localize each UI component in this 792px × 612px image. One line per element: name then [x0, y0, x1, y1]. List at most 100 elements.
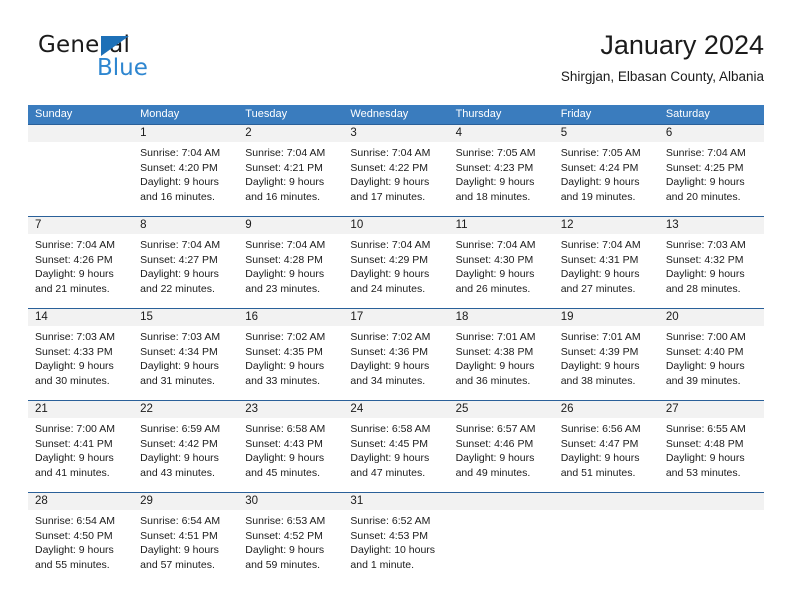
day-cell[interactable]: 12 Sunrise: 7:04 AM Sunset: 4:31 PM Dayl… [554, 217, 659, 308]
sunrise-text: Sunrise: 7:04 AM [350, 147, 431, 159]
day-cell[interactable]: 4 Sunrise: 7:05 AM Sunset: 4:23 PM Dayli… [449, 125, 554, 216]
day-cell[interactable]: 13 Sunrise: 7:03 AM Sunset: 4:32 PM Dayl… [659, 217, 764, 308]
sunrise-text: Sunrise: 7:04 AM [35, 239, 115, 251]
daylight-text-line1: Daylight: 9 hours [35, 452, 114, 465]
day-details: Sunrise: 7:04 AM Sunset: 4:29 PM Dayligh… [350, 238, 441, 296]
sunset-text: Sunset: 4:51 PM [140, 529, 218, 542]
day-details: Sunrise: 7:02 AM Sunset: 4:35 PM Dayligh… [245, 330, 336, 388]
sunset-text: Sunset: 4:32 PM [665, 253, 744, 266]
day-details: Sunrise: 7:05 AM Sunset: 4:24 PM Dayligh… [561, 146, 652, 204]
day-cell[interactable]: 6 Sunrise: 7:04 AM Sunset: 4:25 PM Dayli… [659, 125, 764, 216]
day-cell[interactable]: 3 Sunrise: 7:04 AM Sunset: 4:22 PM Dayli… [343, 125, 448, 216]
day-cell[interactable]: 21 Sunrise: 7:00 AM Sunset: 4:41 PM Dayl… [28, 401, 133, 492]
day-details: Sunrise: 6:53 AM Sunset: 4:52 PM Dayligh… [245, 514, 336, 572]
day-cell[interactable]: 22 Sunrise: 6:59 AM Sunset: 4:42 PM Dayl… [133, 401, 238, 492]
daylight-text-line2: and 16 minutes. [140, 190, 215, 203]
day-cell[interactable]: 27 Sunrise: 6:55 AM Sunset: 4:48 PM Dayl… [659, 401, 764, 492]
day-details: Sunrise: 7:04 AM Sunset: 4:31 PM Dayligh… [561, 238, 652, 296]
day-number: 26 [560, 403, 574, 415]
day-cell[interactable]: 23 Sunrise: 6:58 AM Sunset: 4:43 PM Dayl… [238, 401, 343, 492]
day-cell[interactable]: 8 Sunrise: 7:04 AM Sunset: 4:27 PM Dayli… [133, 217, 238, 308]
daylight-text-line1: Daylight: 9 hours [455, 360, 535, 373]
sunrise-text: Sunrise: 7:02 AM [350, 331, 431, 343]
daylight-text-line1: Daylight: 10 hours [350, 544, 436, 557]
sunrise-text: Sunrise: 7:03 AM [35, 331, 115, 343]
day-cell[interactable]: 17 Sunrise: 7:02 AM Sunset: 4:36 PM Dayl… [343, 309, 448, 400]
sunset-text: Sunset: 4:53 PM [350, 529, 429, 542]
day-number: 2 [245, 127, 252, 139]
daylight-text-line1: Daylight: 9 hours [560, 176, 640, 189]
day-cell[interactable]: 14 Sunrise: 7:03 AM Sunset: 4:33 PM Dayl… [28, 309, 133, 400]
daylight-text-line1: Daylight: 9 hours [245, 176, 325, 189]
logo-word-blue: Blue [97, 55, 148, 81]
day-cell[interactable]: 2 Sunrise: 7:04 AM Sunset: 4:21 PM Dayli… [238, 125, 343, 216]
day-cell[interactable]: 25 Sunrise: 6:57 AM Sunset: 4:46 PM Dayl… [449, 401, 554, 492]
weekday-monday: Monday [140, 108, 180, 120]
day-cell[interactable]: 16 Sunrise: 7:02 AM Sunset: 4:35 PM Dayl… [238, 309, 343, 400]
daylight-text-line1: Daylight: 9 hours [140, 544, 219, 557]
daylight-text-line1: Daylight: 9 hours [665, 360, 745, 373]
day-details: Sunrise: 6:57 AM Sunset: 4:46 PM Dayligh… [456, 422, 547, 480]
sunset-text: Sunset: 4:30 PM [455, 253, 534, 266]
day-cell[interactable]: 24 Sunrise: 6:58 AM Sunset: 4:45 PM Dayl… [343, 401, 448, 492]
daylight-text-line2: and 24 minutes. [350, 282, 426, 295]
day-cell[interactable]: 11 Sunrise: 7:04 AM Sunset: 4:30 PM Dayl… [449, 217, 554, 308]
daylight-text-line2: and 47 minutes. [350, 466, 426, 479]
day-number: 20 [665, 311, 679, 323]
daylight-text-line1: Daylight: 9 hours [665, 268, 745, 281]
day-cell[interactable]: 20 Sunrise: 7:00 AM Sunset: 4:40 PM Dayl… [659, 309, 764, 400]
day-cell[interactable]: 10 Sunrise: 7:04 AM Sunset: 4:29 PM Dayl… [343, 217, 448, 308]
day-cell[interactable] [554, 493, 659, 583]
daylight-text-line2: and 49 minutes. [455, 466, 531, 479]
day-cell[interactable]: 31 Sunrise: 6:52 AM Sunset: 4:53 PM Dayl… [343, 493, 448, 583]
sunset-text: Sunset: 4:26 PM [35, 253, 113, 266]
day-cell[interactable]: 5 Sunrise: 7:05 AM Sunset: 4:24 PM Dayli… [554, 125, 659, 216]
daylight-text-line1: Daylight: 9 hours [350, 360, 430, 373]
day-cell[interactable]: 1 Sunrise: 7:04 AM Sunset: 4:20 PM Dayli… [133, 125, 238, 216]
sunrise-text: Sunrise: 6:58 AM [245, 423, 326, 435]
sunrise-text: Sunrise: 7:04 AM [665, 147, 746, 159]
weekday-sunday: Sunday [35, 108, 73, 120]
sunrise-text: Sunrise: 7:04 AM [140, 147, 221, 159]
day-cell[interactable]: 29 Sunrise: 6:54 AM Sunset: 4:51 PM Dayl… [133, 493, 238, 583]
sunrise-text: Sunrise: 7:01 AM [560, 331, 641, 343]
sunset-text: Sunset: 4:20 PM [140, 161, 218, 174]
page-subtitle: Shirgjan, Elbasan County, Albania [560, 69, 764, 84]
day-number: 5 [560, 127, 568, 139]
daylight-text-line2: and 16 minutes. [245, 190, 320, 203]
day-cell[interactable]: 19 Sunrise: 7:01 AM Sunset: 4:39 PM Dayl… [554, 309, 659, 400]
day-cell[interactable] [659, 493, 764, 583]
day-number: 27 [665, 403, 679, 415]
daylight-text-line2: and 33 minutes. [245, 374, 320, 387]
daylight-text-line2: and 55 minutes. [35, 558, 110, 571]
day-details: Sunrise: 7:03 AM Sunset: 4:32 PM Dayligh… [666, 238, 757, 296]
day-number: 11 [455, 219, 468, 231]
day-cell[interactable]: 15 Sunrise: 7:03 AM Sunset: 4:34 PM Dayl… [133, 309, 238, 400]
daylight-text-line2: and 57 minutes. [140, 558, 215, 571]
sunset-text: Sunset: 4:22 PM [350, 161, 429, 174]
day-cell[interactable] [28, 125, 133, 216]
day-cell[interactable]: 9 Sunrise: 7:04 AM Sunset: 4:28 PM Dayli… [238, 217, 343, 308]
day-details: Sunrise: 6:58 AM Sunset: 4:43 PM Dayligh… [245, 422, 336, 480]
day-cell[interactable]: 30 Sunrise: 6:53 AM Sunset: 4:52 PM Dayl… [238, 493, 343, 583]
day-cell[interactable] [449, 493, 554, 583]
sunrise-text: Sunrise: 7:04 AM [245, 239, 326, 251]
day-cell[interactable]: 28 Sunrise: 6:54 AM Sunset: 4:50 PM Dayl… [28, 493, 133, 583]
day-cell[interactable]: 26 Sunrise: 6:56 AM Sunset: 4:47 PM Dayl… [554, 401, 659, 492]
day-cell[interactable]: 7 Sunrise: 7:04 AM Sunset: 4:26 PM Dayli… [28, 217, 133, 308]
daylight-text-line2: and 41 minutes. [35, 466, 110, 479]
sunset-text: Sunset: 4:40 PM [665, 345, 744, 358]
sunrise-text: Sunrise: 7:04 AM [455, 239, 536, 251]
day-details: Sunrise: 7:02 AM Sunset: 4:36 PM Dayligh… [350, 330, 441, 388]
day-number: 14 [35, 311, 48, 323]
day-cell[interactable]: 18 Sunrise: 7:01 AM Sunset: 4:38 PM Dayl… [449, 309, 554, 400]
daylight-text-line1: Daylight: 9 hours [140, 360, 219, 373]
general-blue-logo: General Blue [38, 32, 218, 92]
day-number: 16 [245, 311, 259, 323]
sunrise-text: Sunrise: 7:05 AM [560, 147, 641, 159]
day-number: 13 [665, 219, 679, 231]
sunset-text: Sunset: 4:45 PM [350, 437, 429, 450]
day-number: 28 [35, 495, 48, 507]
daylight-text-line1: Daylight: 9 hours [455, 176, 535, 189]
sunrise-text: Sunrise: 6:53 AM [245, 515, 326, 527]
